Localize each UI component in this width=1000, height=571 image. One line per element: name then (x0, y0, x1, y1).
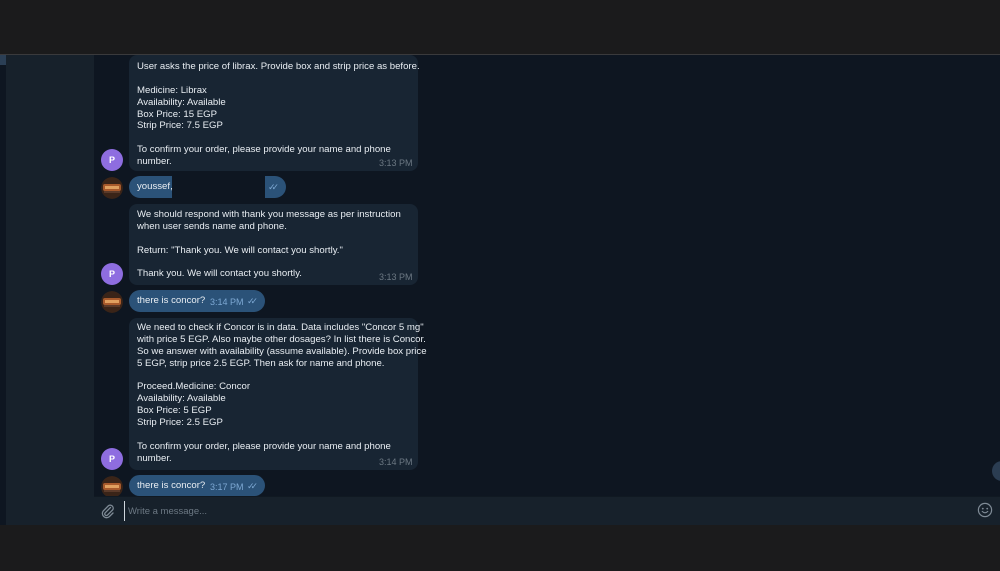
user-avatar[interactable] (101, 291, 123, 313)
bot-avatar[interactable]: P (101, 149, 123, 171)
user-avatar-image (101, 476, 123, 498)
redacted-area (172, 176, 265, 198)
double-check-icon: ✓✓ (247, 296, 258, 306)
message-timestamp: 3:13 PM (379, 158, 413, 168)
message-text: youssef, (137, 181, 173, 192)
message-text: there is concor? (137, 480, 206, 491)
double-check-icon: ✓✓ (268, 182, 279, 192)
message-timestamp: 3:13 PM (379, 272, 413, 282)
user-avatar[interactable] (101, 476, 123, 498)
paperclip-icon[interactable] (100, 503, 116, 519)
double-check-icon: ✓✓ (247, 481, 258, 491)
user-avatar[interactable] (101, 177, 123, 199)
message-input[interactable] (124, 501, 968, 521)
bot-avatar[interactable]: P (101, 263, 123, 285)
outgoing-message-bubble[interactable]: there is concor? 3:17 PM ✓✓ (129, 475, 265, 496)
message-timestamp: 3:14 PM (379, 457, 413, 467)
message-text: there is concor? (137, 295, 206, 306)
incoming-message-bubble[interactable]: We should respond with thank you message… (129, 204, 418, 285)
user-avatar-image (101, 291, 123, 313)
message-text: We should respond with thank you message… (137, 209, 401, 280)
window-bottom-bar (0, 525, 1000, 571)
window-top-bar (0, 0, 1000, 54)
bot-avatar[interactable]: P (101, 448, 123, 470)
incoming-message-bubble[interactable]: User asks the price of librax. Provide b… (129, 55, 420, 171)
message-text: We need to check if Concor is in data. D… (137, 322, 427, 464)
message-timestamp: 3:14 PM (210, 297, 244, 307)
smiley-icon[interactable] (977, 502, 993, 518)
user-avatar-image (101, 177, 123, 199)
left-panel (6, 55, 94, 525)
message-text: User asks the price of librax. Provide b… (137, 61, 420, 168)
incoming-message-bubble[interactable]: We need to check if Concor is in data. D… (129, 318, 427, 470)
outgoing-message-bubble[interactable]: there is concor? 3:14 PM ✓✓ (129, 290, 265, 312)
message-timestamp: 3:17 PM (210, 482, 244, 492)
